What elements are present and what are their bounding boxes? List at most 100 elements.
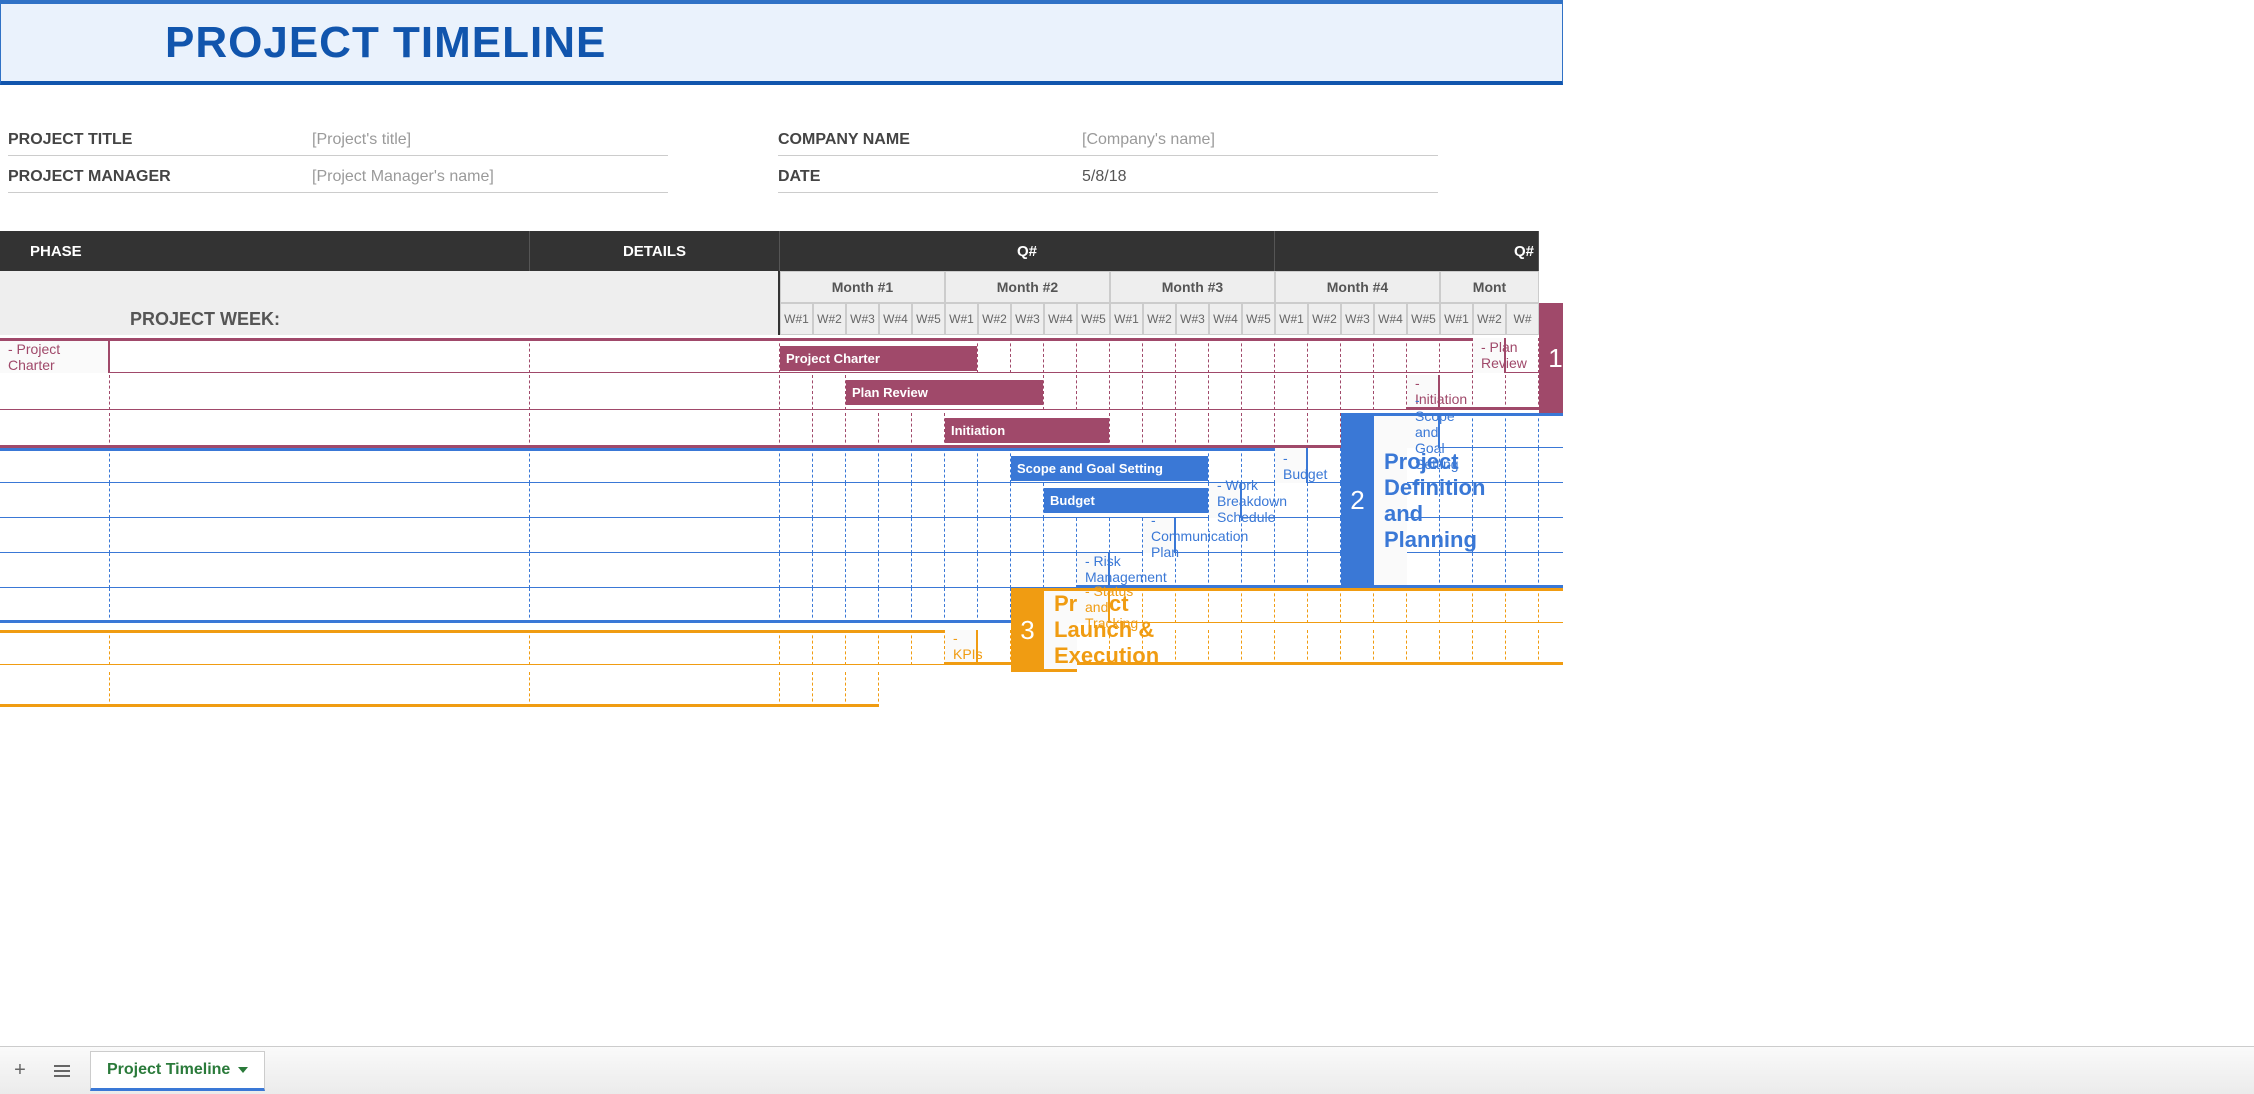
gantt-cell[interactable] bbox=[530, 375, 780, 410]
gantt-cell[interactable] bbox=[813, 413, 846, 448]
gantt-cell[interactable] bbox=[945, 483, 978, 518]
gantt-cell[interactable] bbox=[1308, 483, 1341, 518]
gantt-cell[interactable] bbox=[879, 483, 912, 518]
gantt-cell[interactable]: Initiation bbox=[945, 413, 1110, 448]
gantt-cell[interactable] bbox=[1077, 338, 1110, 373]
gantt-cell[interactable] bbox=[813, 483, 846, 518]
gantt-cell[interactable] bbox=[1473, 483, 1506, 518]
gantt-cell[interactable] bbox=[1506, 338, 1539, 373]
meta-project-title[interactable]: PROJECT TITLE [Project's title] bbox=[8, 125, 668, 156]
gantt-cell[interactable] bbox=[780, 630, 813, 665]
gantt-cell[interactable] bbox=[846, 553, 879, 588]
gantt-cell[interactable] bbox=[879, 553, 912, 588]
gantt-cell[interactable] bbox=[110, 413, 530, 448]
gantt-cell[interactable] bbox=[978, 338, 1011, 373]
gantt-cell[interactable] bbox=[0, 630, 110, 665]
gantt-cell[interactable] bbox=[0, 672, 110, 707]
gantt-cell[interactable] bbox=[1242, 553, 1275, 588]
gantt-cell[interactable] bbox=[1077, 630, 1110, 665]
gantt-cell[interactable] bbox=[1176, 338, 1209, 373]
gantt-cell[interactable] bbox=[1110, 630, 1143, 665]
gantt-cell[interactable] bbox=[1275, 518, 1308, 553]
gantt-cell[interactable] bbox=[1539, 588, 1563, 623]
gantt-cell[interactable] bbox=[1176, 588, 1209, 623]
gantt-cell[interactable]: Project Charter bbox=[780, 338, 978, 373]
gantt-cell[interactable] bbox=[879, 448, 912, 483]
gantt-cell[interactable] bbox=[978, 483, 1011, 518]
gantt-cell[interactable]: Scope and Goal Setting bbox=[1011, 448, 1209, 483]
gantt-cell[interactable] bbox=[978, 448, 1011, 483]
gantt-cell[interactable] bbox=[1473, 588, 1506, 623]
gantt-cell[interactable] bbox=[1440, 413, 1473, 448]
gantt-cell[interactable] bbox=[1440, 630, 1473, 665]
gantt-cell[interactable] bbox=[1473, 413, 1506, 448]
gantt-cell[interactable] bbox=[1341, 338, 1374, 373]
gantt-cell[interactable] bbox=[945, 588, 978, 623]
gantt-cell[interactable] bbox=[1275, 483, 1308, 518]
meta-value[interactable]: 5/8/18 bbox=[1082, 168, 1126, 186]
gantt-cell[interactable] bbox=[1308, 518, 1341, 553]
gantt-cell[interactable] bbox=[1077, 518, 1110, 553]
gantt-cell[interactable] bbox=[1209, 588, 1242, 623]
gantt-cell[interactable] bbox=[1407, 588, 1440, 623]
gantt-bar[interactable]: Plan Review bbox=[846, 380, 1043, 405]
gantt-cell[interactable] bbox=[1308, 338, 1341, 373]
gantt-cell[interactable] bbox=[1110, 375, 1143, 410]
gantt-cell[interactable] bbox=[1209, 553, 1242, 588]
gantt-cell[interactable] bbox=[1176, 630, 1209, 665]
gantt-cell[interactable] bbox=[1242, 338, 1275, 373]
gantt-cell[interactable] bbox=[530, 672, 780, 707]
gantt-cell[interactable] bbox=[1176, 413, 1209, 448]
gantt-cell[interactable] bbox=[1473, 518, 1506, 553]
gantt-cell[interactable] bbox=[1308, 553, 1341, 588]
gantt-cell[interactable] bbox=[813, 672, 846, 707]
gantt-cell[interactable] bbox=[1539, 553, 1563, 588]
gantt-cell[interactable] bbox=[1440, 338, 1473, 373]
gantt-cell[interactable] bbox=[530, 448, 780, 483]
gantt-cell[interactable] bbox=[846, 483, 879, 518]
gantt-cell[interactable] bbox=[1176, 553, 1209, 588]
gantt-cell[interactable] bbox=[1473, 630, 1506, 665]
gantt-cell[interactable] bbox=[1209, 413, 1242, 448]
gantt-cell[interactable] bbox=[780, 483, 813, 518]
gantt-cell[interactable] bbox=[1275, 375, 1308, 410]
gantt-cell[interactable] bbox=[1209, 630, 1242, 665]
gantt-cell[interactable] bbox=[530, 588, 780, 623]
gantt-cell[interactable] bbox=[978, 630, 1011, 665]
gantt-cell[interactable] bbox=[0, 448, 110, 483]
gantt-cell[interactable] bbox=[846, 518, 879, 553]
gantt-cell[interactable] bbox=[945, 448, 978, 483]
gantt-cell[interactable] bbox=[1044, 553, 1077, 588]
gantt-cell[interactable] bbox=[813, 630, 846, 665]
meta-project-manager[interactable]: PROJECT MANAGER [Project Manager's name] bbox=[8, 162, 668, 193]
gantt-cell[interactable] bbox=[1143, 413, 1176, 448]
gantt-cell[interactable] bbox=[1440, 448, 1473, 483]
gantt-cell[interactable] bbox=[530, 518, 780, 553]
gantt-cell[interactable] bbox=[780, 375, 813, 410]
gantt-cell[interactable] bbox=[530, 483, 780, 518]
gantt-cell[interactable] bbox=[1374, 630, 1407, 665]
gantt-cell[interactable] bbox=[1374, 588, 1407, 623]
gantt-cell[interactable] bbox=[110, 630, 530, 665]
gantt-cell[interactable] bbox=[530, 553, 780, 588]
gantt-cell[interactable] bbox=[0, 413, 110, 448]
gantt-cell[interactable] bbox=[813, 448, 846, 483]
gantt-cell[interactable] bbox=[912, 518, 945, 553]
gantt-cell[interactable] bbox=[0, 553, 110, 588]
gantt-cell[interactable] bbox=[1539, 518, 1563, 553]
gantt-cell[interactable] bbox=[1242, 413, 1275, 448]
gantt-cell[interactable] bbox=[1044, 375, 1077, 410]
gantt-cell[interactable] bbox=[1539, 630, 1563, 665]
gantt-cell[interactable] bbox=[1407, 448, 1440, 483]
gantt-cell[interactable] bbox=[1110, 338, 1143, 373]
gantt-cell[interactable] bbox=[1143, 588, 1176, 623]
meta-date[interactable]: DATE 5/8/18 bbox=[778, 162, 1438, 193]
gantt-cell[interactable] bbox=[1539, 448, 1563, 483]
gantt-cell[interactable] bbox=[1176, 375, 1209, 410]
gantt-cell[interactable] bbox=[912, 588, 945, 623]
gantt-cell[interactable] bbox=[1275, 413, 1308, 448]
gantt-cell[interactable] bbox=[780, 518, 813, 553]
gantt-cell[interactable] bbox=[978, 588, 1011, 623]
gantt-cell[interactable] bbox=[1011, 553, 1044, 588]
gantt-cell[interactable] bbox=[1308, 630, 1341, 665]
